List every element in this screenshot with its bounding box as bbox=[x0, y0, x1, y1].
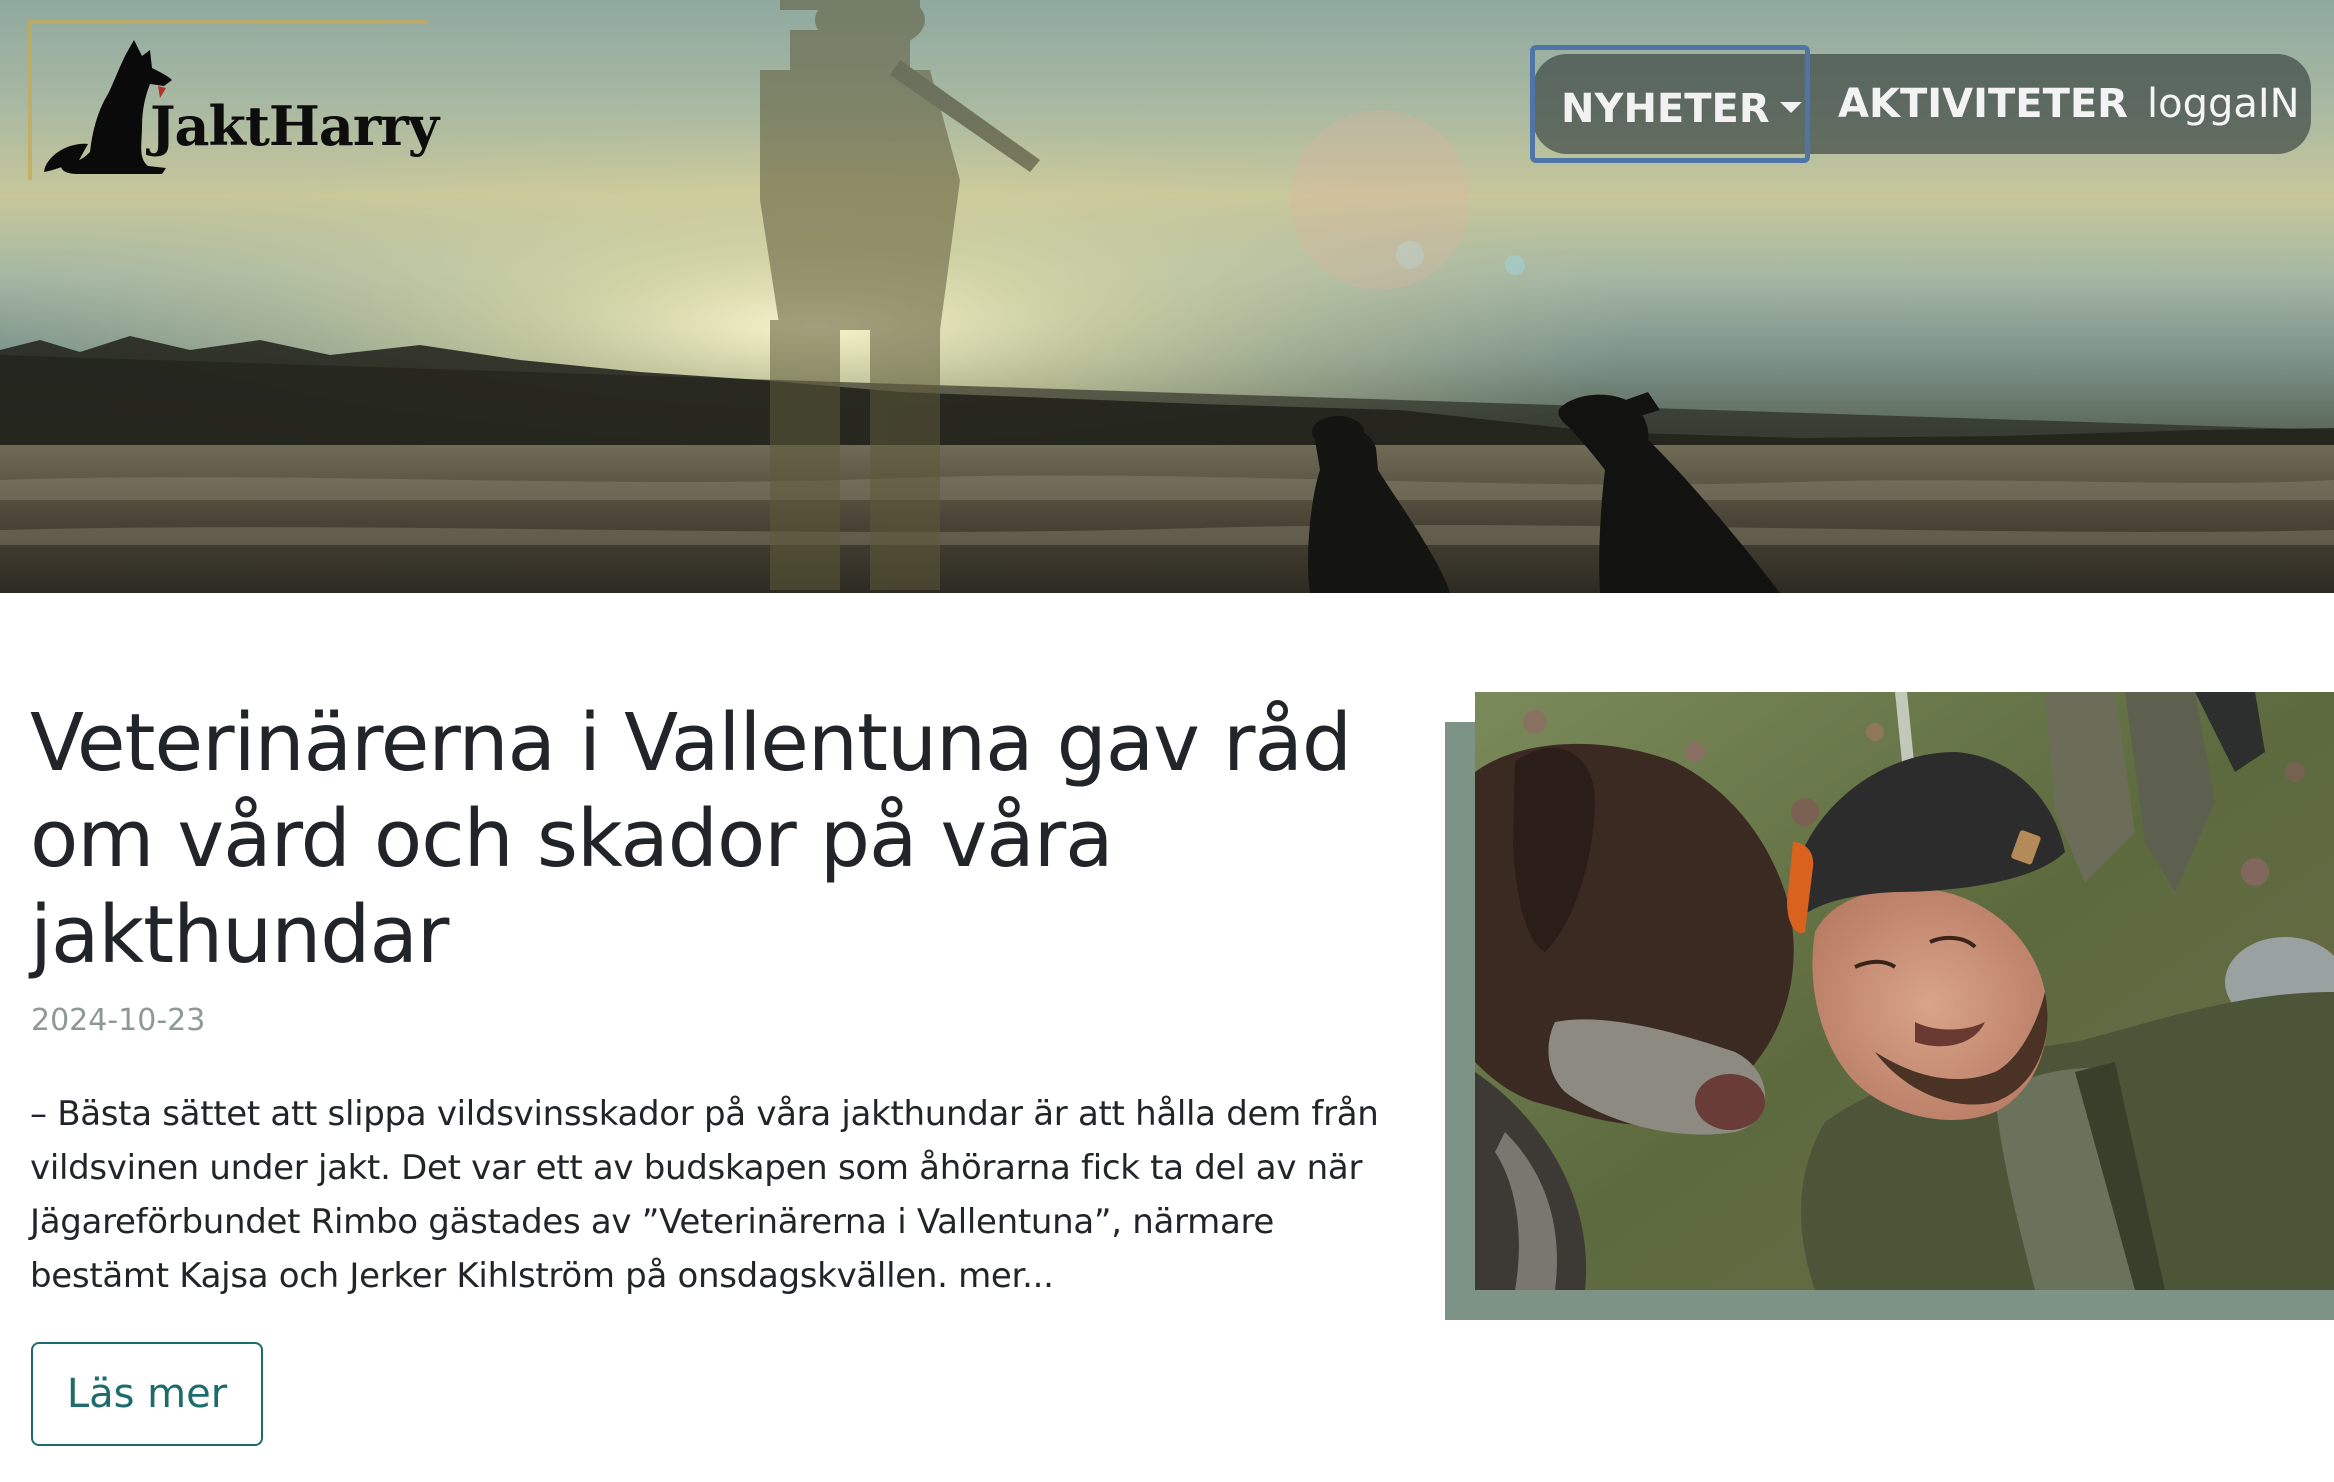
article-date: 2024-10-23 bbox=[31, 1003, 206, 1038]
article-excerpt: – Bästa sättet att slippa vildsvinsskado… bbox=[30, 1094, 1379, 1296]
nav-item-login[interactable]: loggaIN bbox=[2147, 54, 2300, 154]
nav-item-label: NYHETER bbox=[1561, 86, 1770, 132]
man-and-dog-photo bbox=[1475, 692, 2334, 1290]
nav-item-aktiviteter[interactable]: AKTIVITETER bbox=[1838, 54, 2128, 154]
main-navigation: NYHETER AKTIVITETER loggaIN bbox=[1530, 45, 2311, 163]
brand-name: JaktHarry bbox=[150, 94, 439, 158]
article-image[interactable] bbox=[1475, 692, 2334, 1290]
article-title[interactable]: Veterinärerna i Vallentuna gav råd om vå… bbox=[30, 695, 1370, 983]
brand-logo[interactable]: JaktHarry bbox=[28, 20, 439, 180]
read-more-button[interactable]: Läs mer bbox=[31, 1342, 263, 1446]
hero-banner: JaktHarry NYHETER AKTIVITETER loggaIN bbox=[0, 0, 2334, 593]
nav-item-nyheter[interactable]: NYHETER bbox=[1530, 45, 1810, 163]
caret-down-icon bbox=[1779, 101, 1802, 113]
